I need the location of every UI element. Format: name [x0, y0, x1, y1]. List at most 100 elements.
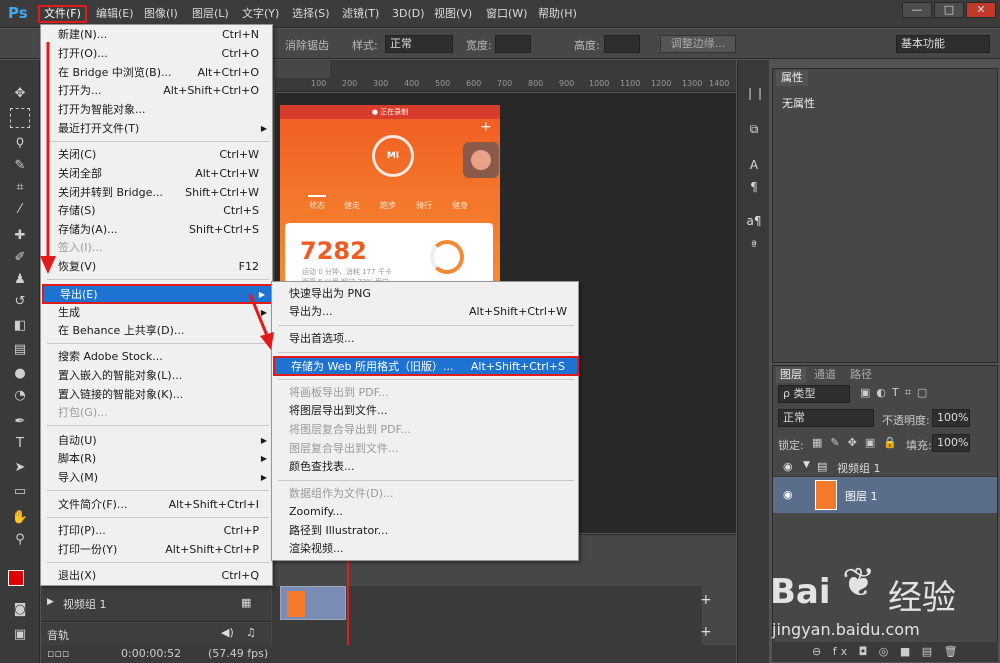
- clone-stamp-tool-icon[interactable]: ♟: [10, 270, 30, 290]
- menu-item-open[interactable]: 打开(O)... Ctrl+O: [42, 45, 273, 63]
- menu-file[interactable]: 文件(F): [38, 5, 87, 23]
- height-input[interactable]: [604, 35, 640, 53]
- add-audio-icon[interactable]: +: [700, 624, 712, 640]
- opacity-input[interactable]: 100%: [932, 409, 970, 427]
- menu-item-revert[interactable]: 恢复(V) F12: [42, 258, 273, 276]
- menu-item-share-behance[interactable]: 在 Behance 上共享(D)...: [42, 322, 273, 340]
- menu-layer[interactable]: 图层(L): [188, 5, 233, 23]
- lasso-tool-icon[interactable]: ϙ: [10, 132, 30, 152]
- character-style-icon[interactable]: a¶: [745, 212, 763, 230]
- video-track-header[interactable]: ▶ 视频组 1 ▦: [41, 586, 271, 622]
- tab-layers[interactable]: 图层: [776, 367, 806, 383]
- menu-item-export-preferences[interactable]: 导出首选项...: [273, 330, 579, 348]
- menu-item-generate[interactable]: 生成 ▶: [42, 304, 273, 322]
- menu-item-close[interactable]: 关闭(C) Ctrl+W: [42, 146, 273, 164]
- playhead[interactable]: [347, 560, 349, 645]
- healing-brush-tool-icon[interactable]: ✚: [10, 226, 30, 246]
- blend-mode-select[interactable]: 正常: [778, 409, 874, 427]
- lock-icons[interactable]: ▦✎✥▣🔒: [812, 436, 905, 449]
- menu-item-place-embedded[interactable]: 置入嵌入的智能对象(L)...: [42, 367, 273, 385]
- tab-properties[interactable]: 属性: [776, 70, 808, 86]
- menu-item-save-as[interactable]: 存储为(A)... Shift+Ctrl+S: [42, 221, 273, 239]
- minimize-button[interactable]: —: [902, 2, 932, 18]
- menu-item-layers-to-files[interactable]: 将图层导出到文件...: [273, 402, 579, 420]
- music-note-icon[interactable]: ♫: [246, 626, 256, 639]
- gradient-tool-icon[interactable]: ▤: [10, 340, 30, 360]
- menu-window[interactable]: 窗口(W): [482, 5, 531, 23]
- menu-type[interactable]: 文字(Y): [238, 5, 283, 23]
- paragraph-panel-icon[interactable]: ¶: [745, 178, 763, 196]
- tab-paths[interactable]: 路径: [846, 367, 876, 383]
- layer-filter-select[interactable]: ρ 类型: [778, 385, 850, 403]
- menu-edit[interactable]: 编辑(E): [92, 5, 138, 23]
- menu-3d[interactable]: 3D(D): [388, 5, 429, 23]
- close-button[interactable]: ✕: [966, 2, 996, 18]
- menu-item-export[interactable]: 导出(E) ▶: [42, 284, 273, 304]
- menu-item-color-lookup[interactable]: 颜色查找表...: [273, 458, 579, 476]
- screen-mode-icon[interactable]: ▣: [10, 625, 30, 645]
- history-brush-tool-icon[interactable]: ↺: [10, 292, 30, 312]
- crop-tool-icon[interactable]: ⌗: [10, 178, 30, 198]
- add-media-icon[interactable]: +: [700, 592, 712, 608]
- menu-item-search-stock[interactable]: 搜索 Adobe Stock...: [42, 348, 273, 366]
- width-input[interactable]: [495, 35, 531, 53]
- refine-edge-button[interactable]: 调整边缘...: [660, 35, 736, 53]
- menu-item-close-all[interactable]: 关闭全部 Alt+Ctrl+W: [42, 165, 273, 183]
- quick-select-tool-icon[interactable]: ✎: [10, 156, 30, 176]
- menu-filter[interactable]: 滤镜(T): [338, 5, 383, 23]
- zoom-tool-icon[interactable]: ⚲: [10, 530, 30, 550]
- menu-help[interactable]: 帮助(H): [534, 5, 581, 23]
- type-tool-icon[interactable]: T: [10, 434, 30, 454]
- eyedropper-tool-icon[interactable]: ⁄: [10, 200, 30, 220]
- move-tool-icon[interactable]: ✥: [10, 84, 30, 104]
- quick-mask-icon[interactable]: ◙: [10, 600, 30, 620]
- audio-track-header[interactable]: 音轨 ◀) ♫: [41, 623, 271, 645]
- glyph-panel-icon[interactable]: ª: [745, 236, 763, 254]
- film-strip-icon[interactable]: ▦: [241, 596, 251, 609]
- menu-item-automate[interactable]: 自动(U) ▶: [42, 432, 273, 450]
- brush-tool-icon[interactable]: ✐: [10, 248, 30, 268]
- menu-item-recent[interactable]: 最近打开文件(T) ▶: [42, 120, 273, 138]
- menu-item-import[interactable]: 导入(M) ▶: [42, 469, 273, 487]
- tab-channels[interactable]: 通道: [810, 367, 840, 383]
- pen-tool-icon[interactable]: ✒: [10, 412, 30, 432]
- history-panel-icon[interactable]: ❘❘: [745, 84, 765, 102]
- marquee-tool-icon[interactable]: [10, 108, 30, 128]
- character-panel-icon[interactable]: A: [745, 156, 763, 174]
- menu-item-zoomify[interactable]: Zoomify...: [273, 503, 579, 521]
- style-select[interactable]: 正常: [385, 35, 453, 53]
- menu-item-paths-to-illustrator[interactable]: 路径到 Illustrator...: [273, 522, 579, 540]
- hand-tool-icon[interactable]: ✋: [10, 508, 30, 528]
- menu-item-render-video[interactable]: 渲染视频...: [273, 540, 579, 558]
- blur-tool-icon[interactable]: ●: [10, 364, 30, 384]
- menu-item-new[interactable]: 新建(N)... Ctrl+N: [42, 26, 273, 44]
- menu-item-print-one-copy[interactable]: 打印一份(Y) Alt+Shift+Ctrl+P: [42, 541, 273, 559]
- menu-select[interactable]: 选择(S): [288, 5, 334, 23]
- eraser-tool-icon[interactable]: ◧: [10, 316, 30, 336]
- menu-item-browse-bridge[interactable]: 在 Bridge 中浏览(B)... Alt+Ctrl+O: [42, 64, 273, 82]
- menu-item-close-to-bridge[interactable]: 关闭并转到 Bridge... Shift+Ctrl+W: [42, 184, 273, 202]
- fill-input[interactable]: 100%: [932, 434, 970, 452]
- menu-item-save-for-web[interactable]: 存储为 Web 所用格式（旧版）... Alt+Shift+Ctrl+S: [273, 356, 579, 376]
- group-collapse-arrow-icon[interactable]: ▼: [803, 460, 810, 470]
- menu-item-exit[interactable]: 退出(X) Ctrl+Q: [42, 567, 273, 585]
- maximize-button[interactable]: □: [934, 2, 964, 18]
- workspace-select[interactable]: 基本功能: [896, 35, 990, 53]
- speaker-icon[interactable]: ◀): [221, 626, 234, 639]
- menu-item-export-as[interactable]: 导出为... Alt+Shift+Ctrl+W: [273, 303, 579, 321]
- video-clip[interactable]: [280, 586, 346, 620]
- swatches-panel-icon[interactable]: ⧉: [745, 120, 763, 138]
- layer-row-selected[interactable]: ◉ 图层 1: [773, 477, 997, 513]
- layer-row-group[interactable]: ◉ ▼ ▤ 视频组 1: [773, 457, 997, 477]
- menu-item-open-smart-object[interactable]: 打开为智能对象...: [42, 101, 273, 119]
- menu-item-print[interactable]: 打印(P)... Ctrl+P: [42, 522, 273, 540]
- render-icon[interactable]: ▫▫▫: [47, 647, 69, 660]
- menu-item-file-info[interactable]: 文件简介(F)... Alt+Shift+Ctrl+I: [42, 496, 273, 514]
- menu-item-open-as[interactable]: 打开为... Alt+Shift+Ctrl+O: [42, 82, 273, 100]
- menu-view[interactable]: 视图(V): [430, 5, 476, 23]
- rectangle-tool-icon[interactable]: ▭: [10, 482, 30, 502]
- dodge-tool-icon[interactable]: ◔: [10, 386, 30, 406]
- expand-arrow-icon[interactable]: ▶: [47, 597, 54, 607]
- foreground-color-swatch[interactable]: [8, 570, 24, 586]
- path-select-tool-icon[interactable]: ➤: [10, 458, 30, 478]
